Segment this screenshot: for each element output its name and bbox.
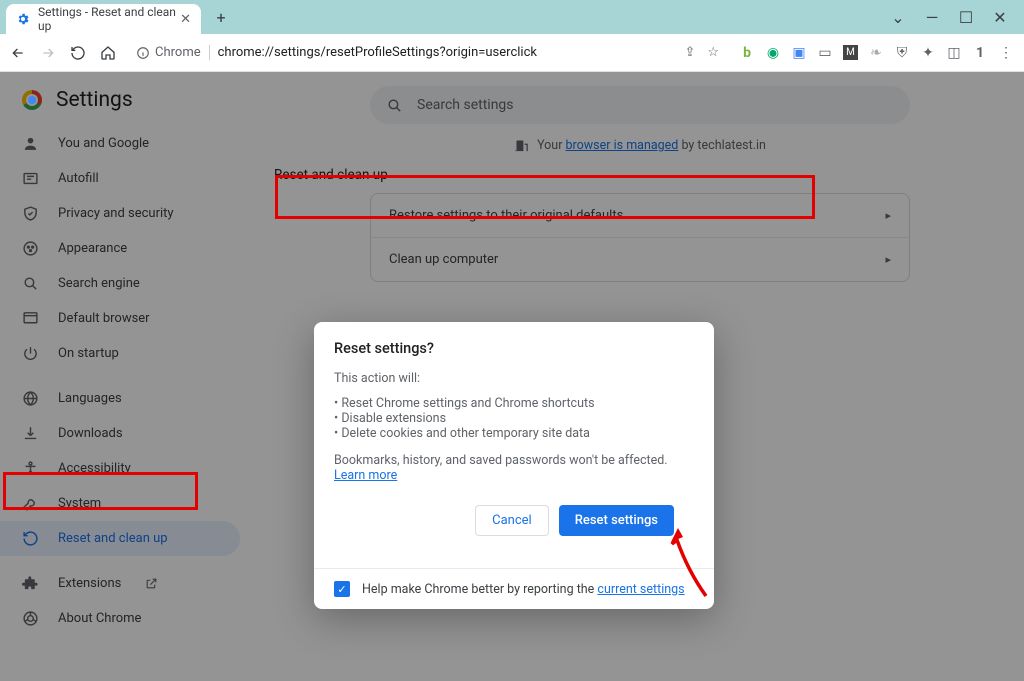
dialog-subtitle: This action will: xyxy=(334,371,694,386)
ext-icon-5[interactable]: M xyxy=(843,45,858,60)
extensions-menu-icon[interactable]: ✦ xyxy=(920,45,936,61)
dialog-note: Bookmarks, history, and saved passwords … xyxy=(334,453,694,483)
tab-title: Settings - Reset and clean up xyxy=(38,5,180,33)
browser-toolbar: Chrome chrome://settings/resetProfileSet… xyxy=(0,34,1024,72)
dialog-title: Reset settings? xyxy=(334,340,694,357)
maximize-icon[interactable]: ☐ xyxy=(958,8,974,27)
reload-icon[interactable] xyxy=(70,45,86,61)
footer-prefix: Help make Chrome better by reporting the xyxy=(362,582,597,597)
dialog-footer: ✓ Help make Chrome better by reporting t… xyxy=(314,568,714,609)
window-titlebar: Settings - Reset and clean up ✕ + ⌄ ― ☐ … xyxy=(0,0,1024,34)
address-bar[interactable]: Chrome chrome://settings/resetProfileSet… xyxy=(126,39,729,67)
reset-settings-button[interactable]: Reset settings xyxy=(559,505,674,536)
ext-icon-1[interactable]: b xyxy=(739,45,755,61)
browser-tab[interactable]: Settings - Reset and clean up ✕ xyxy=(6,4,201,34)
ext-icon-2[interactable]: ◉ xyxy=(765,45,781,61)
ext-icon-3[interactable]: ▣ xyxy=(791,45,807,61)
extension-icons: b ◉ ▣ ▭ M ❧ ⛨ ✦ ◫ 1 ⋮ xyxy=(739,45,1014,61)
chevron-down-icon[interactable]: ⌄ xyxy=(890,8,906,27)
home-icon[interactable] xyxy=(100,45,116,61)
share-icon[interactable]: ⇪ xyxy=(684,45,695,60)
ext-icon-8[interactable]: ◫ xyxy=(946,45,962,61)
dialog-bullet: Disable extensions xyxy=(334,411,694,426)
info-icon xyxy=(136,46,150,60)
star-icon[interactable]: ☆ xyxy=(707,45,719,60)
dialog-bullets: Reset Chrome settings and Chrome shortcu… xyxy=(334,396,694,441)
minimize-icon[interactable]: ― xyxy=(924,8,940,27)
ext-icon-7[interactable]: ⛨ xyxy=(894,45,910,61)
dialog-bullet: Delete cookies and other temporary site … xyxy=(334,426,694,441)
report-checkbox[interactable]: ✓ xyxy=(334,581,350,597)
close-window-icon[interactable]: ✕ xyxy=(992,8,1008,27)
ext-icon-6[interactable]: ❧ xyxy=(868,45,884,61)
url-text: chrome://settings/resetProfileSettings?o… xyxy=(218,45,537,60)
window-controls: ⌄ ― ☐ ✕ xyxy=(890,8,1018,27)
settings-page: Settings You and Google Autofill Privacy… xyxy=(0,72,1024,681)
back-icon[interactable] xyxy=(10,45,26,61)
current-settings-link[interactable]: current settings xyxy=(597,582,684,597)
forward-icon xyxy=(40,45,56,61)
kebab-menu-icon[interactable]: ⋮ xyxy=(998,45,1014,61)
chrome-label: Chrome xyxy=(155,45,201,60)
learn-more-link[interactable]: Learn more xyxy=(334,468,397,483)
gear-icon xyxy=(16,12,30,26)
cancel-button[interactable]: Cancel xyxy=(475,505,549,536)
close-tab-icon[interactable]: ✕ xyxy=(180,12,191,27)
dialog-bullet: Reset Chrome settings and Chrome shortcu… xyxy=(334,396,694,411)
new-tab-button[interactable]: + xyxy=(209,5,233,29)
ext-icon-9[interactable]: 1 xyxy=(972,45,988,61)
ext-icon-4[interactable]: ▭ xyxy=(817,45,833,61)
reset-settings-dialog: Reset settings? This action will: Reset … xyxy=(314,322,714,609)
